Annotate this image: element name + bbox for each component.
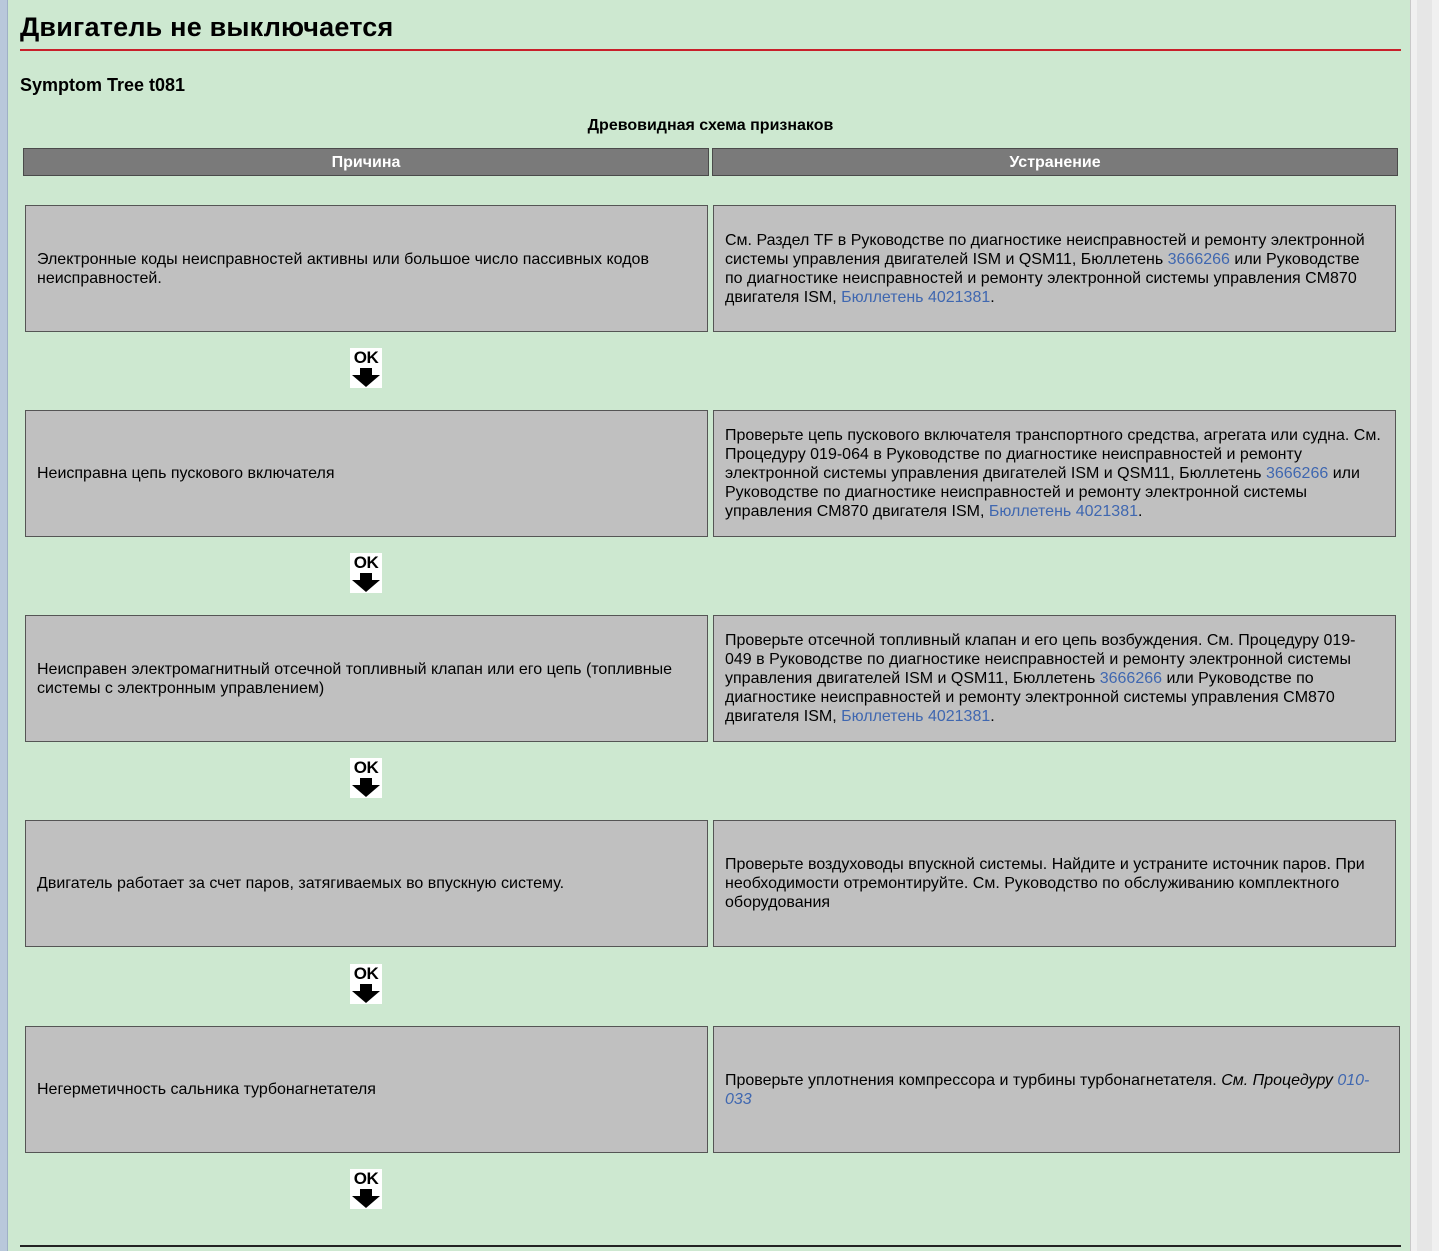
bulletin-link[interactable]: 3666266: [1100, 670, 1162, 687]
bottom-divider: [20, 1245, 1401, 1247]
fix-text: Проверьте цепь пускового включателя тран…: [725, 427, 1381, 520]
cause-text: Двигатель работает за счет паров, затяги…: [37, 875, 565, 892]
ok-down-arrow-icon: OK: [350, 964, 382, 1004]
fix-cell: Проверьте отсечной топливный клапан и ег…: [713, 615, 1396, 742]
ok-down-arrow-icon: OK: [350, 758, 382, 798]
cause-cell: Неисправна цепь пускового включателя: [25, 410, 708, 537]
fix-text: Проверьте воздуховоды впускной системы. …: [725, 856, 1365, 911]
fix-cell: Проверьте уплотнения компрессора и турби…: [713, 1026, 1400, 1153]
scrollbar[interactable]: [1410, 0, 1439, 1251]
column-header-cause: Причина: [23, 148, 709, 176]
fix-text: См. Раздел TF в Руководстве по диагности…: [725, 231, 1365, 306]
cause-text: Негерметичность сальника турбонагнетател…: [37, 1081, 376, 1098]
symptom-tree-id: Symptom Tree t081: [20, 75, 186, 95]
cause-cell: Неисправен электромагнитный отсечной топ…: [25, 615, 708, 742]
scrollbar-track[interactable]: [1417, 0, 1432, 1251]
bulletin-link[interactable]: 3666266: [1266, 465, 1328, 482]
bulletin-link[interactable]: 3666266: [1168, 251, 1230, 268]
column-header-fix: Устранение: [712, 148, 1398, 176]
window-frame-left: [0, 0, 8, 1251]
fix-text: Проверьте отсечной топливный клапан и ег…: [725, 632, 1356, 725]
ok-down-arrow-icon: OK: [350, 1169, 382, 1209]
cause-cell: Двигатель работает за счет паров, затяги…: [25, 820, 708, 947]
bulletin-link[interactable]: Бюллетень 4021381: [841, 289, 990, 306]
cause-text: Электронные коды неисправностей активны …: [37, 250, 649, 287]
document-content: Двигатель не выключается Symptom Tree t0…: [20, 0, 1402, 1251]
ok-down-arrow-icon: OK: [350, 348, 382, 388]
ok-down-arrow-icon: OK: [350, 553, 382, 593]
fix-cell: См. Раздел TF в Руководстве по диагности…: [713, 205, 1396, 332]
fix-cell: Проверьте цепь пускового включателя тран…: [713, 410, 1396, 537]
bulletin-link[interactable]: Бюллетень 4021381: [989, 503, 1138, 520]
cause-cell: Электронные коды неисправностей активны …: [25, 205, 708, 332]
page-title: Двигатель не выключается: [20, 12, 394, 42]
bulletin-link[interactable]: Бюллетень 4021381: [841, 708, 990, 725]
fix-text: Проверьте уплотнения компрессора и турби…: [725, 1071, 1370, 1108]
tree-heading: Древовидная схема признаков: [587, 117, 834, 134]
cause-cell: Негерметичность сальника турбонагнетател…: [25, 1026, 708, 1153]
cause-text: Неисправен электромагнитный отсечной топ…: [37, 660, 672, 697]
cause-text: Неисправна цепь пускового включателя: [37, 465, 335, 482]
title-divider: [20, 49, 1401, 51]
fix-cell: Проверьте воздуховоды впускной системы. …: [713, 820, 1396, 947]
